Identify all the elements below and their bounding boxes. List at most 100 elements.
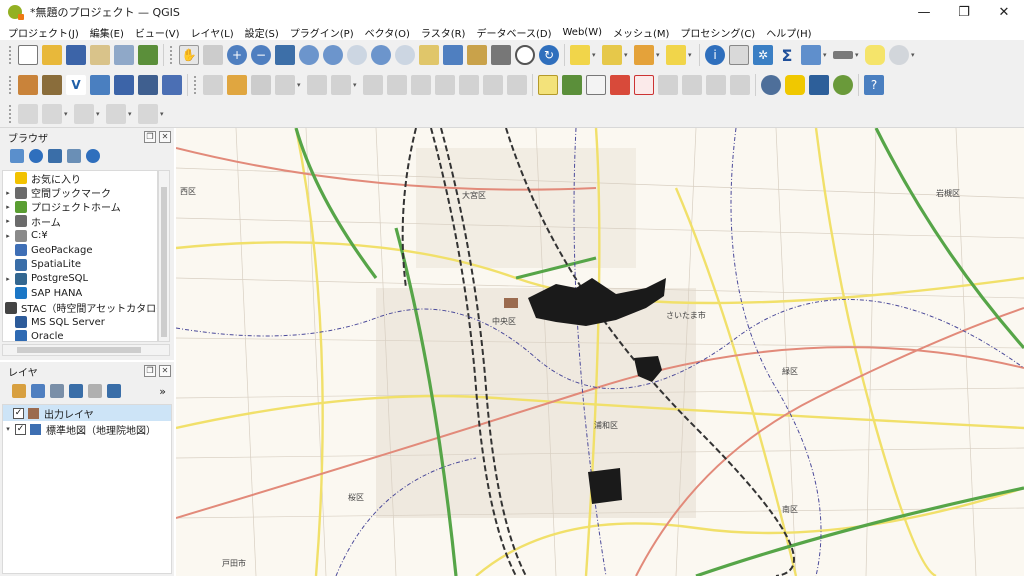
refresh-icon[interactable] xyxy=(29,149,43,163)
select-by-value-icon[interactable] xyxy=(602,45,622,65)
add-wms-layer-icon[interactable] xyxy=(138,75,158,95)
rotate-label-icon[interactable] xyxy=(682,75,702,95)
minimize-button[interactable]: — xyxy=(904,0,944,24)
toolbar-grip[interactable] xyxy=(169,45,173,65)
ellipse-digitize-icon[interactable] xyxy=(74,103,94,124)
browser-item[interactable]: STAC（時空間アセットカタログ） xyxy=(3,301,157,315)
restore-button[interactable]: ❐ xyxy=(944,0,984,24)
zoom-out-icon[interactable]: − xyxy=(251,45,271,65)
undo-icon[interactable] xyxy=(483,75,503,95)
layer-visibility-checkbox[interactable]: ✓ xyxy=(15,423,26,435)
locator-search-icon[interactable] xyxy=(889,45,909,65)
identify-features-icon[interactable]: i xyxy=(705,45,725,65)
digitize-line-icon[interactable] xyxy=(275,75,295,95)
manage-visibility-icon[interactable] xyxy=(50,384,64,398)
chevron-down-icon[interactable]: ▾ xyxy=(911,51,917,59)
close-panel-icon[interactable]: ✕ xyxy=(159,131,171,143)
new-geopackage-layer-icon[interactable] xyxy=(42,75,62,95)
browser-item[interactable]: Oracle xyxy=(3,329,157,341)
change-label-icon[interactable] xyxy=(706,75,726,95)
layer-diagram-icon[interactable] xyxy=(562,75,582,95)
attribute-table-icon[interactable] xyxy=(729,45,749,65)
measure-line-icon[interactable] xyxy=(833,51,853,59)
menu-plugins[interactable]: プラグイン(P) xyxy=(290,25,354,40)
scrollbar-thumb[interactable] xyxy=(161,187,167,337)
spatial-bookmark-new-icon[interactable] xyxy=(467,45,487,65)
browser-item[interactable]: ▸ プロジェクトホーム xyxy=(3,200,157,214)
highlight-pinned-labels-icon[interactable] xyxy=(586,75,606,95)
filter-icon[interactable] xyxy=(48,149,62,163)
menu-database[interactable]: データベース(D) xyxy=(476,25,551,40)
expand-all-icon[interactable] xyxy=(107,384,121,398)
rectangle-digitize-icon[interactable] xyxy=(106,103,126,124)
add-wfs-layer-icon[interactable] xyxy=(162,75,182,95)
pin-unpin-labels-icon[interactable] xyxy=(610,75,630,95)
open-project-icon[interactable] xyxy=(42,45,62,65)
save-layer-edits-icon[interactable] xyxy=(251,75,271,95)
expand-arrow-icon[interactable]: ▸ xyxy=(3,203,13,211)
new-project-icon[interactable] xyxy=(18,45,38,65)
chevron-down-icon[interactable]: ▾ xyxy=(624,51,630,59)
menu-raster[interactable]: ラスタ(R) xyxy=(421,25,466,40)
toolbar-grip[interactable] xyxy=(193,75,197,95)
current-edits-icon[interactable] xyxy=(203,75,223,95)
browser-item[interactable]: ▸ PostgreSQL xyxy=(3,272,157,286)
chevron-down-icon[interactable]: ▾ xyxy=(688,51,694,59)
refresh-icon[interactable]: ↻ xyxy=(539,45,559,65)
select-location-icon[interactable] xyxy=(666,45,686,65)
add-group-icon[interactable] xyxy=(31,384,45,398)
vertex-tool-icon[interactable] xyxy=(331,75,351,95)
expand-arrow-icon[interactable]: ▸ xyxy=(3,232,13,240)
open-field-calculator-icon[interactable] xyxy=(801,45,821,65)
add-mesh-layer-icon[interactable] xyxy=(114,75,134,95)
show-hide-labels-icon[interactable] xyxy=(634,75,654,95)
float-panel-icon[interactable]: ❐ xyxy=(144,365,156,377)
circle-digitize-icon[interactable] xyxy=(42,103,62,124)
toggle-editing-pencil-icon[interactable] xyxy=(227,75,247,95)
filter-legend-icon[interactable] xyxy=(69,384,83,398)
label-properties-icon[interactable] xyxy=(730,75,750,95)
help-icon[interactable]: ? xyxy=(864,75,884,95)
layout-manager-icon[interactable] xyxy=(114,45,134,65)
save-project-icon[interactable] xyxy=(66,45,86,65)
close-button[interactable]: ✕ xyxy=(984,0,1024,24)
select-features-icon[interactable] xyxy=(570,45,590,65)
chevron-down-icon[interactable]: ▾ xyxy=(64,110,70,118)
python-console-icon[interactable] xyxy=(785,75,805,95)
move-label-icon[interactable] xyxy=(658,75,678,95)
browser-vertical-scrollbar[interactable] xyxy=(158,170,170,342)
menu-mesh[interactable]: メッシュ(M) xyxy=(613,25,669,40)
layer-visibility-checkbox[interactable]: ✓ xyxy=(13,407,24,419)
filter-by-expression-icon[interactable] xyxy=(88,384,102,398)
menu-edit[interactable]: 編集(E) xyxy=(90,25,124,40)
browser-item[interactable]: お気に入り xyxy=(3,171,157,186)
plugin-layers-icon[interactable] xyxy=(833,75,853,95)
chevron-down-icon[interactable]: ▾ xyxy=(592,51,598,59)
add-selected-layers-icon[interactable] xyxy=(10,149,24,163)
cut-features-scissors-icon[interactable] xyxy=(411,75,431,95)
toolbar-grip[interactable] xyxy=(8,75,12,95)
pan-to-selection-icon[interactable] xyxy=(203,45,223,65)
browser-item[interactable]: GeoPackage xyxy=(3,243,157,257)
add-raster-layer-icon[interactable] xyxy=(90,75,110,95)
layer-row-basemap[interactable]: ▾ ✓ 標準地図（地理院地図） xyxy=(3,421,171,437)
layer-styling-icon[interactable] xyxy=(12,384,26,398)
map-tips-icon[interactable] xyxy=(865,45,885,65)
chevron-down-icon[interactable]: ▾ xyxy=(353,81,359,89)
zoom-next-icon[interactable] xyxy=(395,45,415,65)
collapse-arrow-icon[interactable]: ▾ xyxy=(3,425,13,433)
processing-toolbox-gear-icon[interactable]: ✲ xyxy=(753,45,773,65)
copy-features-icon[interactable] xyxy=(435,75,455,95)
collapse-all-icon[interactable] xyxy=(67,149,81,163)
layer-labeling-icon[interactable] xyxy=(538,75,558,95)
scrollbar-thumb[interactable] xyxy=(17,347,141,353)
data-source-manager-icon[interactable] xyxy=(18,75,38,95)
delete-selected-icon[interactable] xyxy=(387,75,407,95)
zoom-to-selection-icon[interactable] xyxy=(299,45,319,65)
statistical-summary-sigma-icon[interactable]: Σ xyxy=(777,45,797,65)
menu-help[interactable]: ヘルプ(H) xyxy=(766,25,811,40)
add-vector-layer-icon[interactable]: V xyxy=(66,75,86,95)
chevron-down-icon[interactable]: ▾ xyxy=(656,51,662,59)
plugin-globe-icon[interactable] xyxy=(761,75,781,95)
zoom-native-icon[interactable] xyxy=(347,45,367,65)
